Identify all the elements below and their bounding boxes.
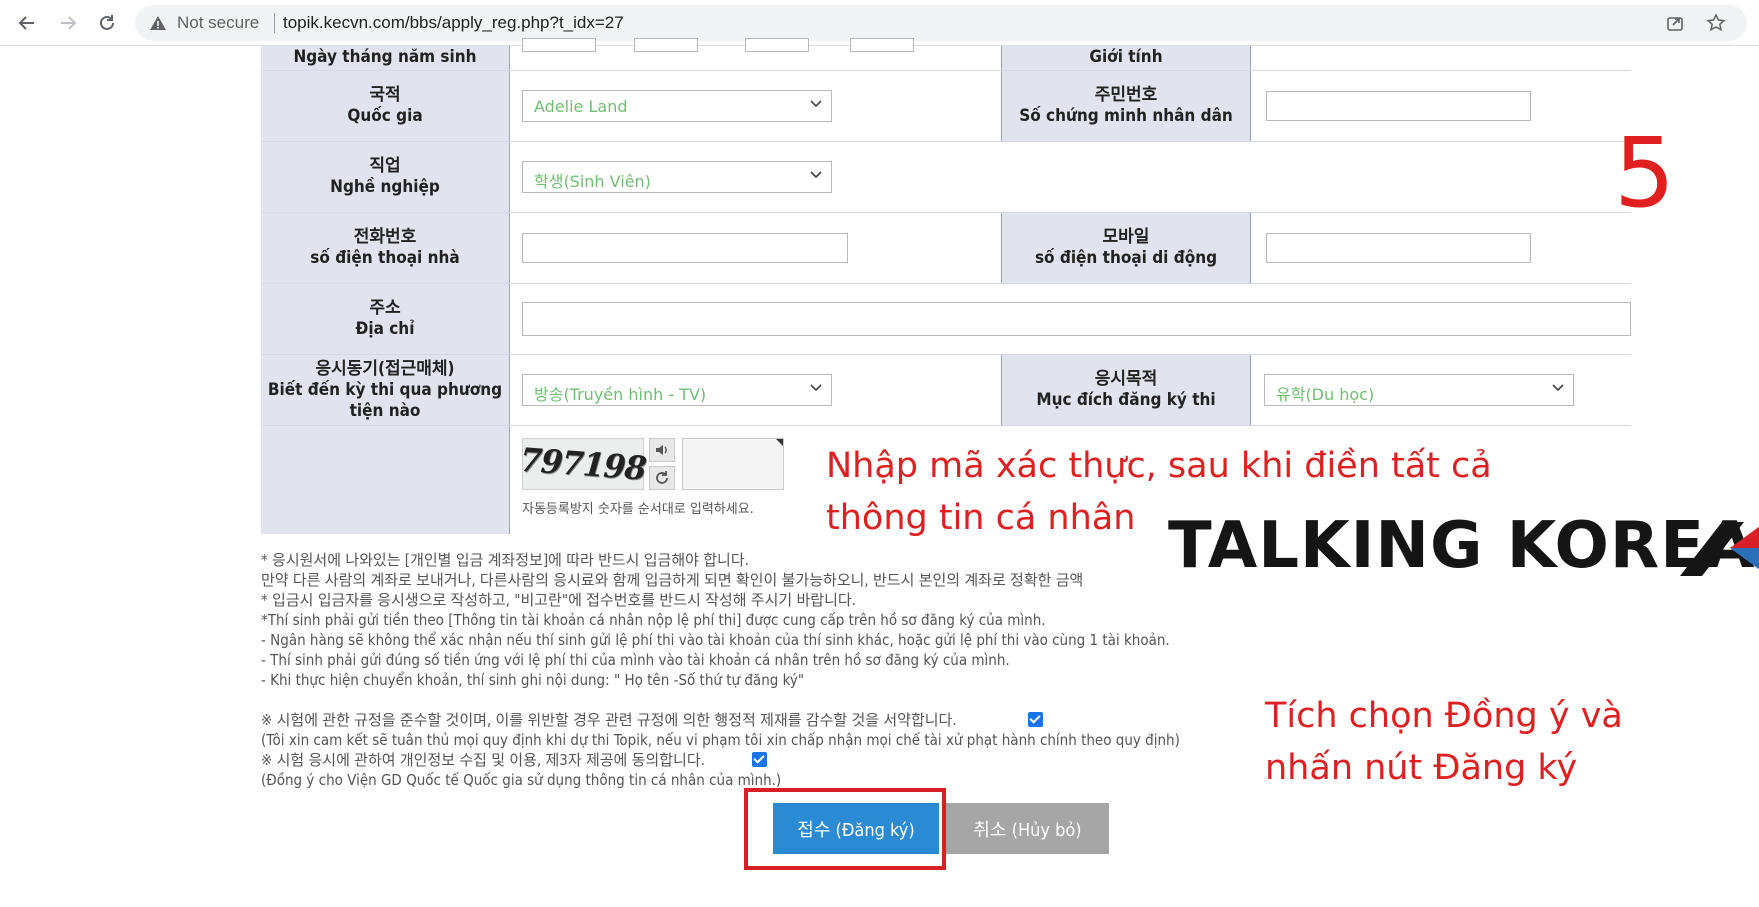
arrow-left-icon bbox=[18, 16, 34, 30]
form-row-phone: 전화번호 số điện thoại nhà 모바일 số điện thoại… bbox=[261, 213, 1631, 284]
payment-note-5: - Ngân hàng sẽ không thể xác nhận nếu th… bbox=[261, 631, 1170, 649]
form-row-nationality: 국적 Quốc gia Adelie Land 주민번호 Số chứng mi… bbox=[261, 71, 1631, 142]
agree-rule-checkbox[interactable] bbox=[1028, 712, 1043, 727]
form-row-motive: 응시동기(접근매체) Biết đến kỳ thi qua phương ti… bbox=[261, 355, 1631, 426]
submit-button[interactable]: 접수 (Đăng ký) bbox=[773, 803, 939, 854]
reload-icon bbox=[100, 15, 114, 30]
nationality-label: 국적 Quốc gia bbox=[261, 71, 510, 141]
corner-marker bbox=[776, 439, 783, 446]
payment-note-1: * 응시원서에 나와있는 [개인별 입금 계좌정보]에 따라 반드시 입금해야 … bbox=[261, 551, 749, 569]
id-number-input[interactable] bbox=[1266, 91, 1531, 121]
payment-note-7: - Khi thực hiện chuyển khoản, thí sinh g… bbox=[261, 671, 805, 689]
address-label: 주소 Địa chỉ bbox=[261, 284, 510, 354]
star-icon[interactable] bbox=[1706, 13, 1726, 33]
gender-label: Giới tính bbox=[1001, 46, 1251, 70]
motive-select[interactable]: 방송(Truyền hình - TV) bbox=[522, 374, 832, 406]
agree-instruction: Tích chọn Đồng ý và nhấn nút Đăng ký bbox=[1265, 696, 1623, 788]
occupation-select[interactable]: 학생(Sinh Viên) bbox=[522, 161, 832, 193]
mobile-phone-input[interactable] bbox=[1266, 233, 1531, 263]
talking-korea-logo: TALKING KOREA bbox=[1168, 510, 1759, 582]
arrow-right-icon bbox=[61, 16, 77, 30]
captcha-input[interactable] bbox=[682, 438, 784, 490]
id-number-label: 주민번호 Số chứng minh nhân dân bbox=[1001, 71, 1251, 141]
payment-note-3: * 입금시 입금자를 응시생으로 작성하고, "비고란"에 접수번호를 반드시 … bbox=[261, 591, 856, 609]
captcha-refresh-button[interactable] bbox=[649, 466, 675, 490]
captcha-audio-button[interactable] bbox=[649, 438, 675, 462]
payment-note-2: 만약 다른 사람의 계좌로 보내거나, 다른사람의 응시료와 함께 입금하게 되… bbox=[261, 571, 1084, 589]
nationality-select[interactable]: Adelie Land bbox=[522, 90, 832, 122]
speaker-icon bbox=[656, 445, 667, 455]
back-button[interactable] bbox=[14, 10, 40, 36]
home-phone-input[interactable] bbox=[522, 233, 848, 263]
form-row-dob: Ngày tháng năm sinh Giới tính bbox=[261, 38, 1631, 71]
captcha-label-cell bbox=[261, 426, 510, 534]
form-row-address: 주소 Địa chỉ bbox=[261, 284, 1631, 355]
agreement-privacy-text: ※ 시험 응시에 관하여 개인정보 수집 및 이용, 제3자 제공에 동의합니다… bbox=[261, 751, 705, 769]
refresh-icon bbox=[656, 471, 668, 484]
dob-field-4[interactable] bbox=[850, 38, 914, 52]
dob-label: Ngày tháng năm sinh bbox=[261, 46, 510, 70]
warning-icon bbox=[150, 16, 166, 30]
omnibox-divider bbox=[274, 13, 275, 33]
payment-note-4: *Thí sinh phải gửi tiền theo [Thông tin … bbox=[261, 611, 1046, 629]
forward-button[interactable] bbox=[55, 10, 81, 36]
occupation-label: 직업 Nghề nghiệp bbox=[261, 142, 510, 212]
captcha-image: 797198 bbox=[515, 438, 651, 490]
logo-mark-icon bbox=[1680, 522, 1759, 576]
share-icon[interactable] bbox=[1665, 13, 1685, 33]
reload-button[interactable] bbox=[94, 10, 120, 36]
dob-field-2[interactable] bbox=[634, 38, 698, 52]
phone-label: 전화번호 số điện thoại nhà bbox=[261, 213, 510, 283]
step-number: 5 bbox=[1614, 117, 1676, 229]
mobile-label: 모바일 số điện thoại di động bbox=[1001, 213, 1251, 283]
security-label: Not secure bbox=[177, 13, 260, 32]
chevron-down-icon bbox=[810, 171, 822, 179]
form-row-occupation: 직업 Nghề nghiệp 학생(Sinh Viên) bbox=[261, 142, 1631, 213]
purpose-select[interactable]: 유학(Du học) bbox=[1264, 374, 1574, 406]
agreement-rule-vi: (Tôi xin cam kết sẽ tuân thủ mọi quy địn… bbox=[261, 731, 1180, 749]
purpose-label: 응시목적 Mục đích đăng ký thi bbox=[1001, 355, 1251, 425]
address-input[interactable] bbox=[522, 302, 1631, 336]
dob-field-3[interactable] bbox=[745, 38, 809, 52]
agree-privacy-checkbox[interactable] bbox=[752, 752, 767, 767]
motive-label: 응시동기(접근매체) Biết đến kỳ thi qua phương ti… bbox=[261, 355, 510, 425]
cancel-button[interactable]: 취소 (Hủy bỏ) bbox=[946, 803, 1109, 854]
chevron-down-icon bbox=[1552, 384, 1564, 392]
captcha-hint: 자동등록방지 숫자를 순서대로 입력하세요. bbox=[522, 502, 754, 517]
url-text[interactable]: topik.kecvn.com/bbs/apply_reg.php?t_idx=… bbox=[283, 13, 624, 33]
agreement-rule-text: ※ 시험에 관한 규정을 준수할 것이며, 이를 위반할 경우 관련 규정에 의… bbox=[261, 711, 957, 729]
payment-note-6: - Thí sinh phải gửi đúng số tiền ứng với… bbox=[261, 651, 1010, 669]
dob-field-1[interactable] bbox=[522, 38, 596, 52]
agreement-privacy-vi: (Đồng ý cho Viện GD Quốc tế Quốc gia sử … bbox=[261, 771, 782, 789]
chevron-down-icon bbox=[810, 384, 822, 392]
chevron-down-icon bbox=[810, 100, 822, 108]
address-bar[interactable]: Not secure topik.kecvn.com/bbs/apply_reg… bbox=[135, 5, 1747, 41]
